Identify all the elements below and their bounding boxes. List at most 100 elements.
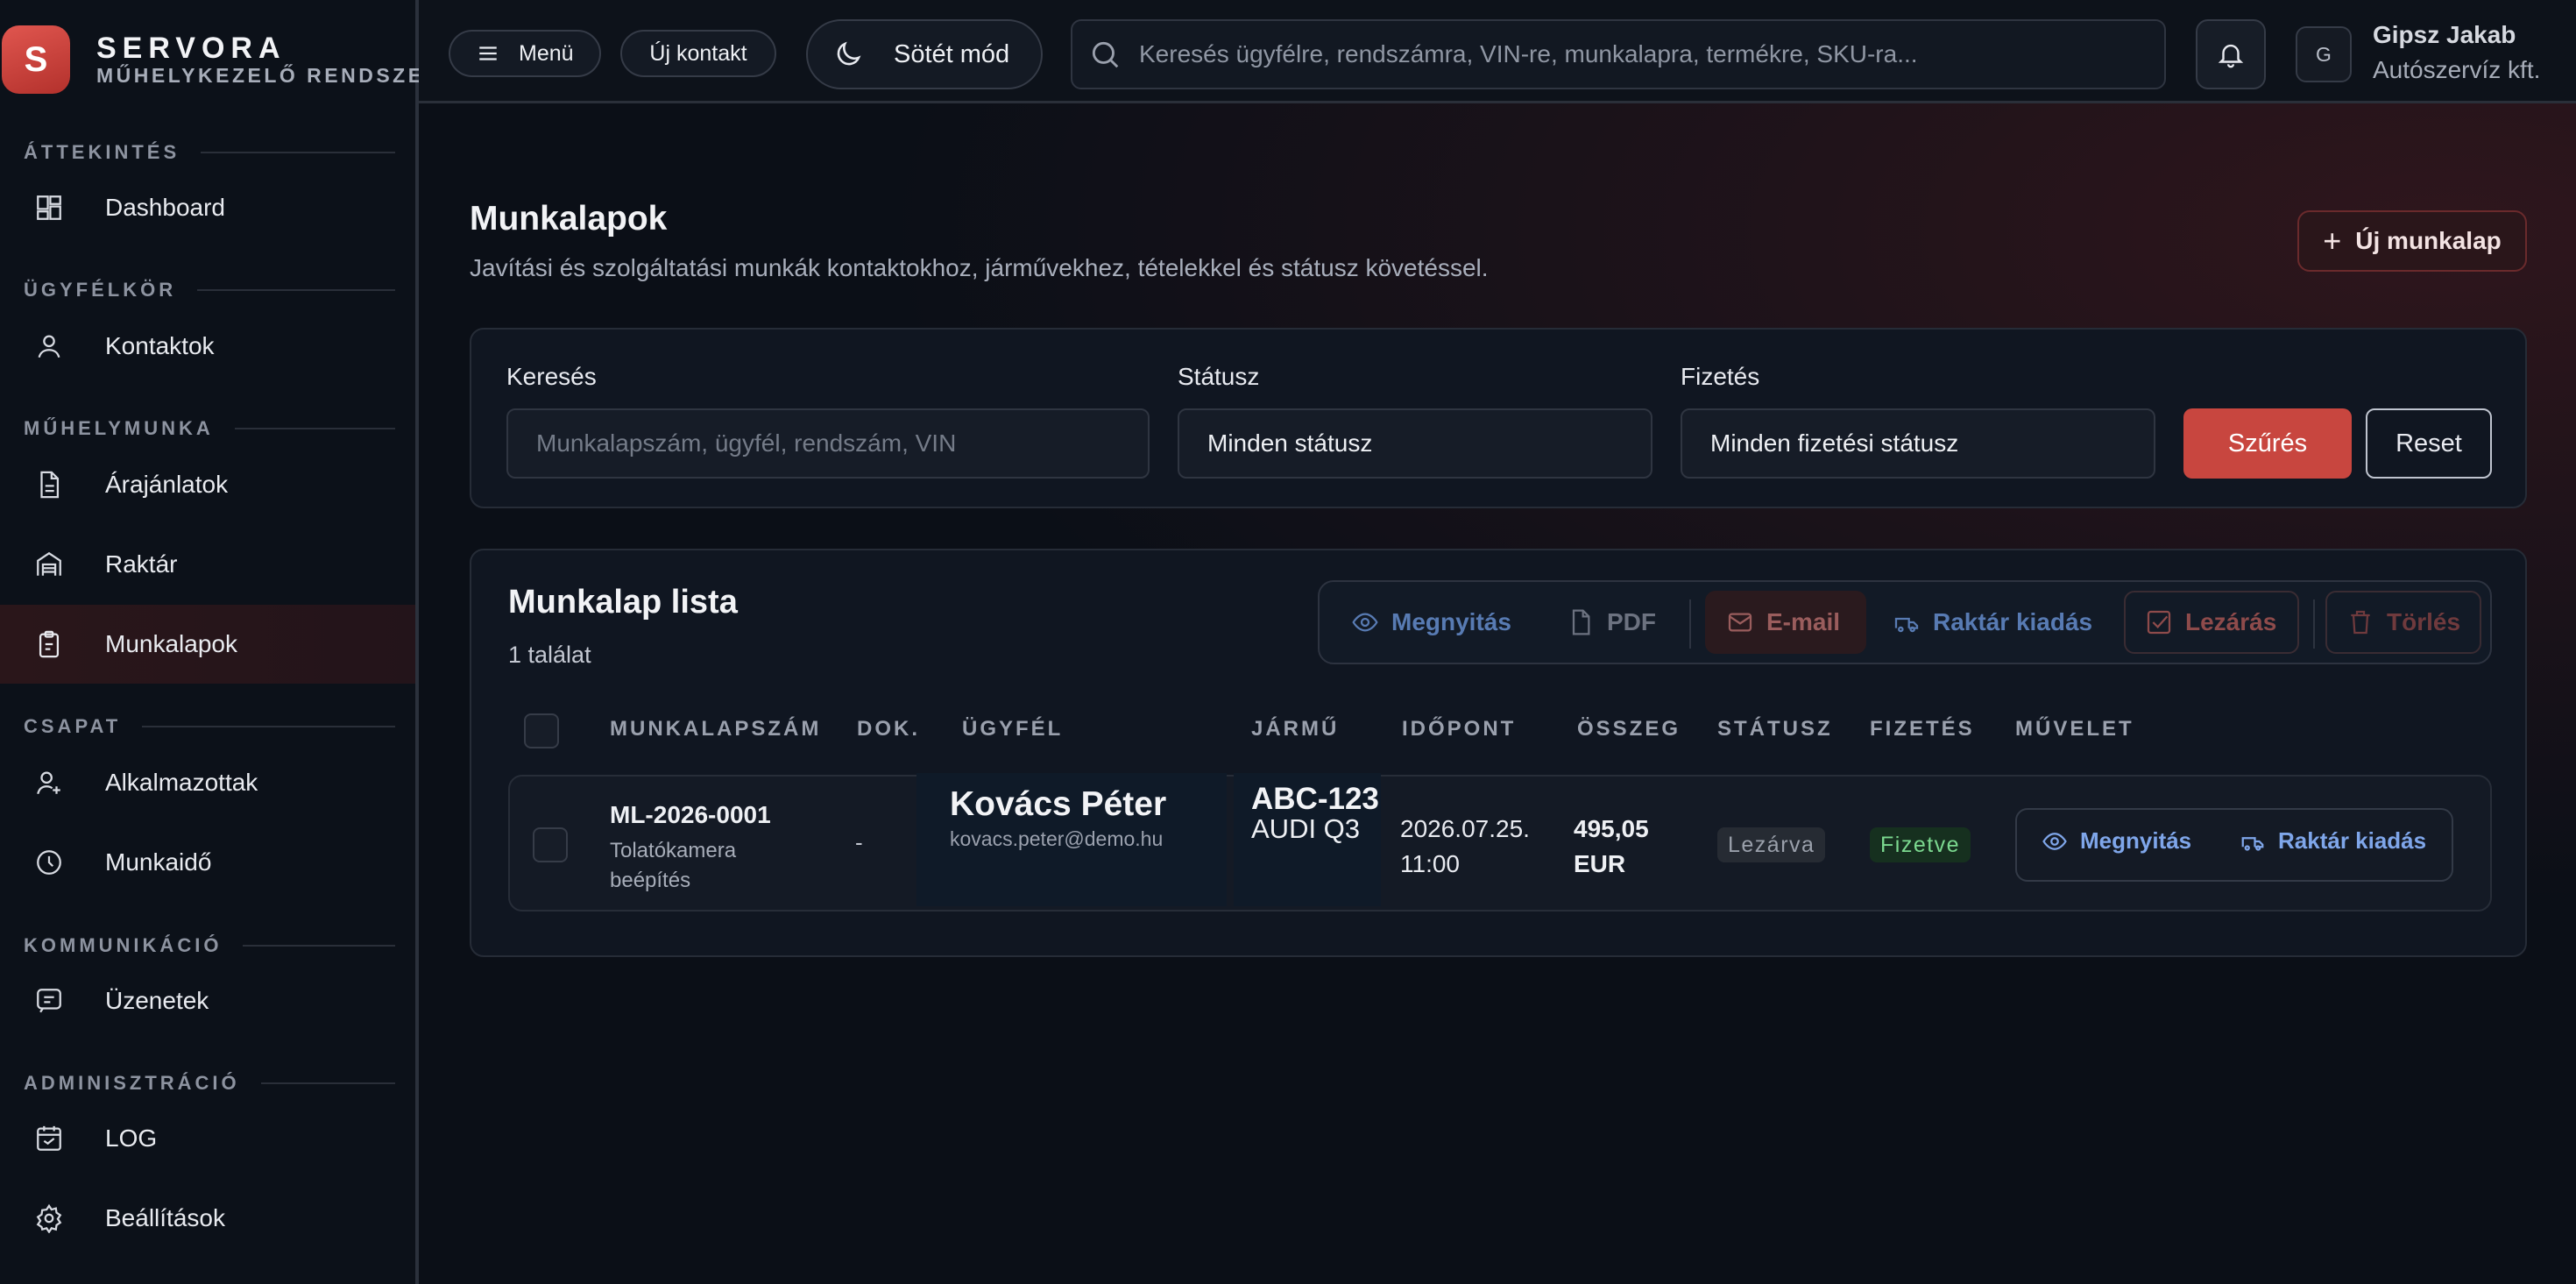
toolbar-close-button[interactable]: Lezárás [2124, 591, 2299, 654]
worksheet-number[interactable]: ML-2026-0001 [610, 801, 771, 829]
sidebar-item-warehouse[interactable]: Raktár [0, 525, 415, 604]
sidebar-item-dashboard[interactable]: Dashboard [0, 168, 415, 247]
toolbar-open-button[interactable]: Megnyitás [1351, 591, 1511, 654]
row-open-label: Megnyitás [2080, 827, 2192, 854]
filter-button[interactable]: Szűrés [2183, 408, 2352, 479]
sidebar-section-communication: KOMMUNIKÁCIÓ [24, 934, 395, 957]
sidebar-section-overview: ÁTTEKINTÉS [24, 141, 395, 164]
sidebar-item-label: Kontaktok [105, 332, 215, 359]
status-select[interactable]: Minden státusz [1178, 408, 1652, 479]
avatar[interactable]: G [2296, 26, 2352, 82]
section-title: ADMINISZTRÁCIÓ [24, 1072, 240, 1094]
col-number[interactable]: MUNKALAPSZÁM [610, 717, 821, 741]
search-label: Keresés [506, 363, 597, 390]
plus-icon: + [2323, 223, 2342, 259]
toolbar-delete-button[interactable]: Törlés [2325, 591, 2481, 654]
sidebar-item-quotes[interactable]: Árajánlatok [0, 445, 415, 524]
toolbar-open-label: Megnyitás [1391, 608, 1511, 635]
sidebar-section-admin: ADMINISZTRÁCIÓ [24, 1072, 395, 1095]
toolbar-email-button[interactable]: E-mail [1705, 591, 1866, 654]
customer-name: Kovács Péter [950, 785, 1167, 823]
worksheet-search-input[interactable]: Munkalapszám, ügyfél, rendszám, VIN [506, 408, 1150, 479]
global-search-placeholder: Keresés ügyfélre, rendszámra, VIN-re, mu… [1139, 40, 1918, 67]
col-customer[interactable]: ÜGYFÉL [962, 717, 1063, 741]
table-row[interactable]: ML-2026-0001 Tolatókamera beépítés - Kov… [508, 773, 2492, 912]
menu-label: Menü [519, 40, 574, 66]
col-payment[interactable]: FIZETÉS [1870, 717, 1975, 741]
col-amount[interactable]: ÖSSZEG [1577, 717, 1681, 741]
mail-icon [1726, 608, 1754, 636]
section-title: ÁTTEKINTÉS [24, 141, 180, 163]
payment-select[interactable]: Minden fizetési státusz [1681, 408, 2155, 479]
row-checkbox[interactable] [533, 827, 568, 862]
sidebar-item-worksheets[interactable]: Munkalapok [0, 605, 415, 684]
customer-cell[interactable]: Kovács Péter kovacs.peter@demo.hu [916, 773, 1227, 906]
section-title: KOMMUNIKÁCIÓ [24, 934, 223, 956]
sidebar-item-label: Munkalapok [105, 630, 237, 657]
sidebar-item-worktime[interactable]: Munkaidő [0, 823, 415, 902]
col-doc: DOK. [857, 717, 920, 741]
status-badge: Lezárva [1717, 827, 1826, 862]
list-title: Munkalap lista [508, 584, 738, 621]
message-icon [32, 983, 67, 1018]
amount-currency: EUR [1574, 850, 1626, 877]
select-all-checkbox[interactable] [524, 713, 559, 748]
sidebar-item-settings[interactable]: Beállítások [0, 1179, 415, 1258]
col-date[interactable]: IDŐPONT [1402, 717, 1516, 741]
toolbar-email-label: E-mail [1766, 608, 1841, 635]
truck-icon [2240, 828, 2266, 855]
eye-icon [2042, 828, 2068, 855]
bell-icon [2216, 39, 2246, 69]
vehicle-model: AUDI Q3 [1251, 813, 1361, 844]
brand-name: SERVORA [96, 32, 287, 65]
section-title: ÜGYFÉLKÖR [24, 279, 177, 301]
toolbar-delete-label: Törlés [2387, 608, 2461, 635]
sidebar-section-clients: ÜGYFÉLKÖR [24, 279, 395, 301]
sidebar-item-label: Üzenetek [105, 987, 209, 1014]
worksheet-time: 11:00 [1400, 850, 1460, 877]
toolbar-stock-issue-label: Raktár kiadás [1933, 608, 2093, 635]
notifications-button[interactable] [2196, 19, 2266, 89]
reset-button[interactable]: Reset [2366, 408, 2492, 479]
vehicle-plate: ABC-123 [1251, 782, 1379, 816]
row-stock-issue-button[interactable]: Raktár kiadás [2240, 827, 2426, 855]
bulk-action-toolbar: Megnyitás PDF E-mail Raktár kiadás Lezár… [1318, 580, 2492, 664]
dark-mode-toggle[interactable]: Sötét mód [806, 19, 1043, 89]
brand[interactable]: S SERVORA MŰHELYKEZELŐ RENDSZER [0, 23, 442, 96]
sidebar-item-employees[interactable]: Alkalmazottak [0, 743, 415, 822]
brand-logo: S [2, 25, 70, 94]
vehicle-cell[interactable]: ABC-123 AUDI Q3 [1234, 773, 1381, 906]
sidebar-section-team: CSAPAT [24, 715, 395, 738]
clipboard-icon [32, 627, 67, 662]
sidebar-section-workshop: MŰHELYMUNKA [24, 417, 395, 440]
new-contact-button[interactable]: Új kontakt [620, 30, 776, 77]
sidebar-item-log[interactable]: LOG [0, 1099, 415, 1178]
moon-icon [832, 39, 864, 70]
new-worksheet-button[interactable]: + Új munkalap [2297, 210, 2527, 272]
worksheet-amount: 495,05 EUR [1574, 812, 1649, 882]
sidebar-item-messages[interactable]: Üzenetek [0, 961, 415, 1040]
sidebar-item-contacts[interactable]: Kontaktok [0, 307, 415, 386]
gear-icon [32, 1201, 67, 1236]
row-open-button[interactable]: Megnyitás [2042, 827, 2191, 855]
toolbar-pdf-button[interactable]: PDF [1567, 591, 1656, 654]
menu-button[interactable]: Menü [449, 30, 601, 77]
eye-icon [1351, 608, 1379, 636]
global-search-input[interactable]: Keresés ügyfélre, rendszámra, VIN-re, mu… [1071, 19, 2166, 89]
trash-icon [2346, 608, 2374, 636]
calendar-log-icon [32, 1121, 67, 1156]
user-add-icon [32, 765, 67, 800]
new-worksheet-label: Új munkalap [2355, 227, 2502, 254]
toolbar-pdf-label: PDF [1607, 608, 1656, 635]
payment-badge: Fizetve [1870, 827, 1971, 862]
col-vehicle[interactable]: JÁRMŰ [1251, 717, 1339, 741]
user-company: Autószervíz kft. [2373, 56, 2541, 83]
worksheet-datetime: 2026.07.25. 11:00 [1400, 812, 1530, 882]
search-icon [1088, 38, 1122, 71]
toolbar-stock-issue-button[interactable]: Raktár kiadás [1893, 591, 2092, 654]
hamburger-icon [477, 42, 499, 65]
col-status[interactable]: STÁTUSZ [1717, 717, 1833, 741]
document-icon [32, 467, 67, 502]
doc-value: - [855, 829, 863, 855]
sidebar-item-label: Munkaidő [105, 848, 212, 876]
